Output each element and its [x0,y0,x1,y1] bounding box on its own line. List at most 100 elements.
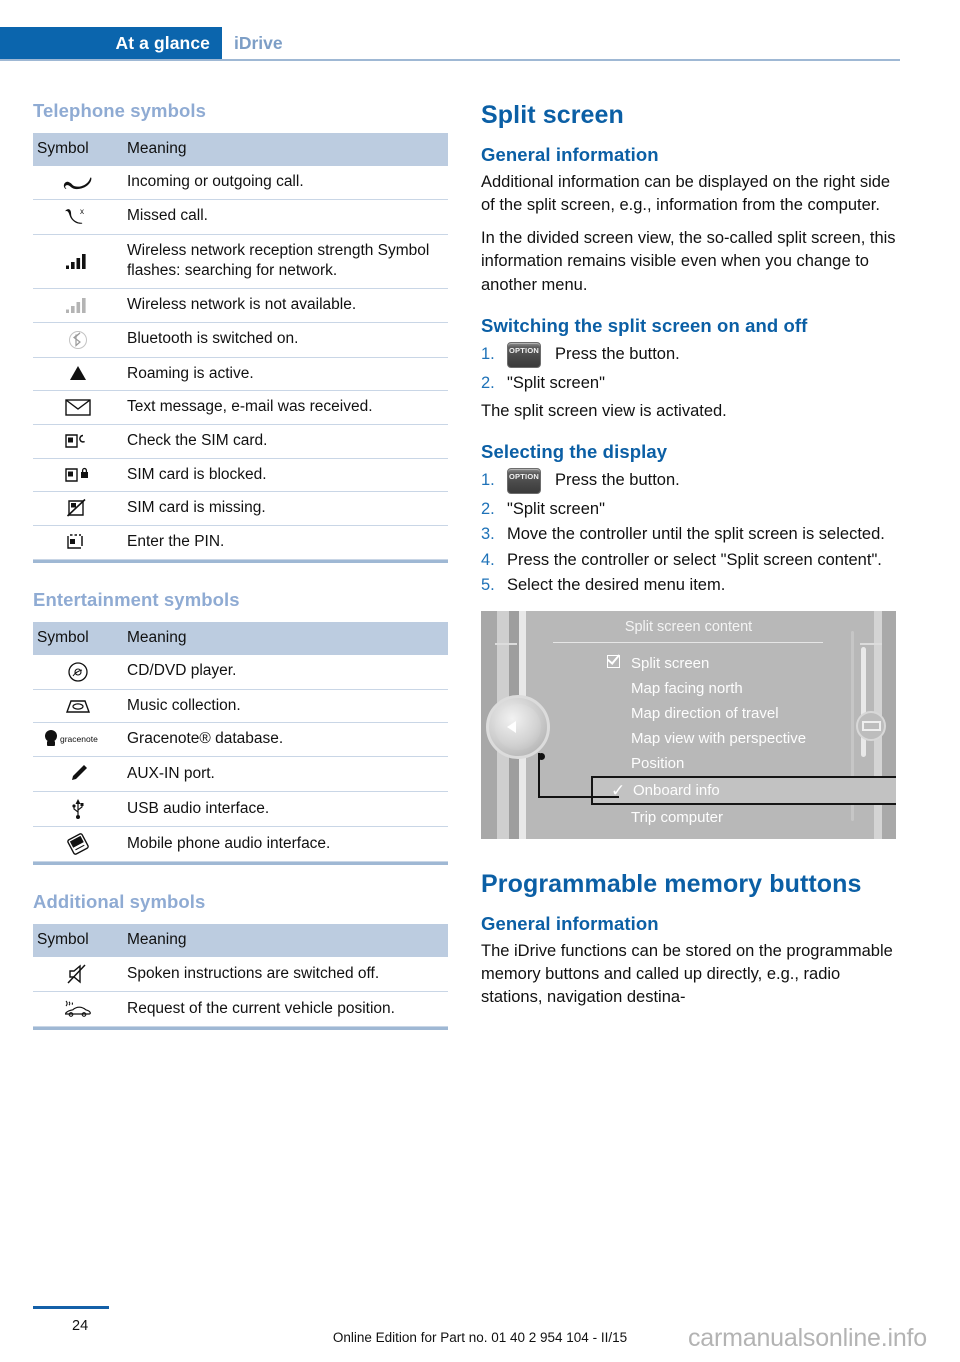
svg-text:x: x [80,207,84,216]
table-cell-meaning: Mobile phone audio interface. [123,826,448,863]
table-bottom-rule [33,1027,448,1031]
idrive-menu-item-map-direction-of-travel[interactable]: Map direction of travel [601,701,881,726]
bezel-left-4 [519,610,526,839]
table-cell-meaning: Check the SIM card. [123,424,448,459]
roaming-triangle-icon [33,357,123,392]
entertainment-symbols-table: Symbol Meaning CD/DVD player. Music coll… [33,621,448,863]
mobile-phone-audio-icon [33,826,123,863]
split-screen-title: Split screen [481,101,624,129]
idrive-figure-title: Split screen content [624,618,753,635]
additional-symbols-heading: Additional symbols [33,891,206,913]
table-row: SIM card is missing. [33,491,448,526]
tab-at-a-glance[interactable]: At a glance [0,27,222,59]
column-header-symbol: Symbol [33,133,123,166]
switching-steps-list: 1. OPTION Press the button. 2. "Split sc… [481,342,896,395]
additional-symbols-table: Symbol Meaning Spoken instructions are s… [33,924,448,1028]
missed-call-icon: x [33,199,123,235]
table-header-row: Symbol Meaning [33,133,448,166]
option-button-icon[interactable]: OPTION [507,467,541,494]
page-header: At a glance iDrive [0,27,960,59]
left-column: Telephone symbols Symbol Meaning Incomin… [33,100,448,1056]
column-header-meaning: Meaning [123,621,448,655]
vehicle-position-icon [33,991,123,1028]
table-row: Wireless network reception strength Symb… [33,234,448,289]
bezel-left-3 [509,610,519,839]
step-number: 1. [481,345,495,364]
idrive-title-divider [553,641,823,643]
controller-left-arrow-icon [507,720,516,733]
table-cell-meaning: SIM card is blocked. [123,458,448,493]
entertainment-symbols-heading: Entertainment symbols [33,588,240,610]
tab-idrive[interactable]: iDrive [234,27,283,59]
idrive-menu-item-label: Onboard info [633,781,720,799]
phone-handset-icon [33,166,123,200]
table-cell-meaning: USB audio interface. [123,791,448,828]
table-bottom-rule [33,862,448,866]
signal-strength-full-icon [33,234,123,289]
step-text: Press the button. [555,345,680,364]
step-text: Press the controller or select "Split sc… [507,550,882,569]
idrive-menu-item-onboard-info[interactable]: ✓ Onboard info [591,775,896,805]
tick-left [495,642,517,645]
table-cell-meaning: SIM card is missing. [123,491,448,526]
step-number: 5. [481,576,495,595]
tick-right [860,642,882,645]
bezel-left-2 [497,610,509,839]
step-text: Select the desired menu item. [507,576,726,595]
checkmark-icon: ✓ [611,780,626,800]
idrive-menu-item-label: Map view with perspective [631,729,807,747]
bluetooth-icon [33,322,123,358]
sim-locked-icon [33,458,123,493]
controller-knob-inner[interactable] [495,703,541,750]
idrive-menu-item-position[interactable]: Position [601,751,881,776]
table-header-row: Symbol Meaning [33,924,448,958]
idrive-menu-item-split-screen[interactable]: Split screen [601,651,881,676]
idrive-menu-list: Split screen Map facing north Map direct… [591,651,896,830]
table-cell-meaning: AUX-IN port. [123,756,448,793]
telephone-symbols-heading: Telephone symbols [33,100,207,121]
list-item: 4. Press the controller or select "Split… [481,549,896,572]
controller-knob-outer[interactable] [486,694,550,759]
table-cell-meaning: Missed call. [123,199,448,235]
watermark: carmanualsonline.info [688,1324,928,1352]
table-cell-meaning: Enter the PIN. [123,525,448,560]
idrive-split-screen-content-figure: Split screen content Split screen Map fa… [481,610,896,839]
switching-note: The split screen view is activated. [481,401,727,420]
step-number: 4. [481,550,495,569]
table-cell-meaning: Wireless network reception strength Symb… [123,234,448,289]
programmable-memory-buttons-title: Programmable memory buttons [481,869,862,898]
table-cell-meaning: Music collection. [123,689,448,724]
column-header-symbol: Symbol [33,621,123,655]
idrive-menu-item-map-view-with-perspective[interactable]: Map view with perspective [601,726,881,751]
table-row: Spoken instructions are switched off. [33,957,448,993]
table-row: Mobile phone audio interface. [33,826,448,863]
selecting-display-heading: Selecting the display [481,440,668,462]
gracenote-logo-icon: gracenote [33,722,123,758]
footer-accent-rule [33,1306,109,1309]
step-number: 2. [481,499,495,518]
idrive-menu-item-trip-computer[interactable]: Trip computer [601,805,881,830]
memory-buttons-paragraph: The iDrive functions can be stored on th… [481,941,893,1007]
column-header-symbol: Symbol [33,924,123,958]
table-row: CD/DVD player. [33,654,448,690]
sim-pin-icon [33,525,123,560]
speaker-muted-icon [33,957,123,993]
table-cell-meaning: Incoming or outgoing call. [123,166,448,200]
idrive-menu-item-map-facing-north[interactable]: Map facing north [601,676,881,701]
telephone-symbols-table: Symbol Meaning Incoming or outgoing call… [33,133,448,560]
table-cell-meaning: Roaming is active. [123,357,448,392]
memory-buttons-general-heading: General information [481,912,659,934]
step-number: 1. [481,471,495,490]
option-button-icon[interactable]: OPTION [507,342,541,369]
leader-dot [538,752,545,760]
table-row: Bluetooth is switched on. [33,322,448,358]
general-information-paragraph-1: Additional information can be displayed … [481,173,891,215]
selecting-steps-list: 1. OPTION Press the button. 2. "Split sc… [481,467,896,598]
table-cell-meaning: CD/DVD player. [123,654,448,690]
aux-in-plug-icon [33,756,123,793]
table-row: Incoming or outgoing call. [33,166,448,200]
table-row: AUX-IN port. [33,756,448,793]
switching-split-screen-heading: Switching the split screen on and off [481,315,808,337]
general-information-heading: General information [481,144,659,165]
table-row: SIM card is blocked. [33,458,448,493]
